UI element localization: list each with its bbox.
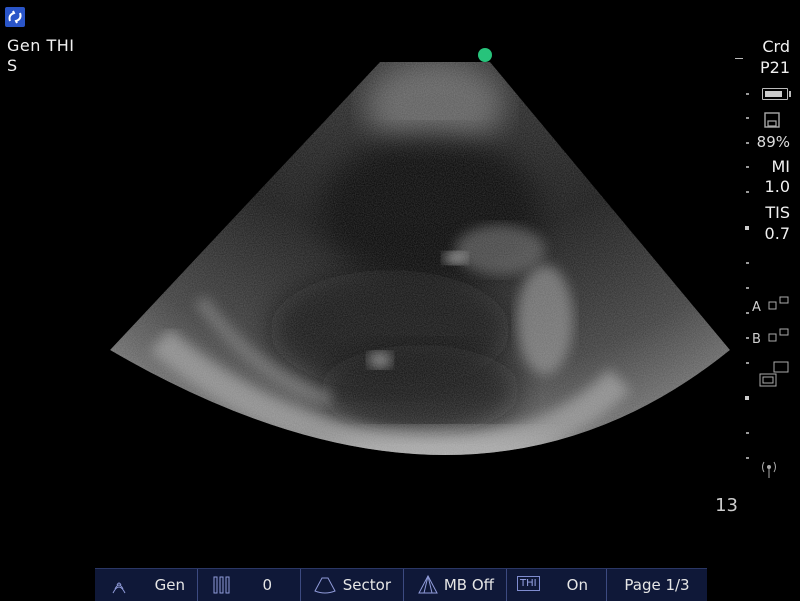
caliper-a-label: A xyxy=(752,300,761,315)
control-bar: Gen 0 Sector MB Off THI On Page 1/3 xyxy=(95,568,707,601)
mi-value: 1.0 xyxy=(764,177,790,196)
depth-tick xyxy=(746,117,749,119)
depth-tick xyxy=(746,142,749,144)
zoom-control[interactable]: 0 xyxy=(198,569,301,601)
page-control[interactable]: Page 1/3 xyxy=(607,569,707,601)
sector-control[interactable]: Sector xyxy=(301,569,404,601)
depth-tick-major xyxy=(745,226,749,230)
orientation-marker xyxy=(478,48,492,62)
depth-tick xyxy=(746,362,749,364)
sector-label: Sector xyxy=(342,576,391,594)
gain-control[interactable]: Gen xyxy=(95,569,198,601)
dual-screen-icon[interactable] xyxy=(758,360,792,388)
multibeam-label: MB Off xyxy=(443,576,494,594)
tis-value: 0.7 xyxy=(764,224,790,243)
storage-icon xyxy=(764,112,780,128)
caliper-b-icon[interactable] xyxy=(768,328,790,342)
thi-label: On xyxy=(566,576,588,594)
transducer-label: P21 xyxy=(759,58,790,77)
battery-level xyxy=(765,91,782,97)
thi-control[interactable]: THI On xyxy=(507,569,607,601)
caliper-a-icon[interactable] xyxy=(768,296,790,310)
depth-tick xyxy=(746,457,749,459)
depth-tick xyxy=(746,166,749,168)
depth-tick-major xyxy=(745,396,749,400)
page-label: Page 1/3 xyxy=(624,576,690,594)
ultrasound-image[interactable] xyxy=(0,0,800,600)
app-logo-icon[interactable] xyxy=(5,7,25,27)
gain-label: Gen xyxy=(154,576,185,594)
exam-type-label: Crd xyxy=(762,37,790,56)
caliper-b-label: B xyxy=(752,332,761,347)
scan-size-label: S xyxy=(7,56,18,75)
depth-scale-top xyxy=(735,58,743,59)
depth-tick xyxy=(746,337,749,339)
imaging-mode-label: Gen THI xyxy=(7,36,75,55)
depth-tick xyxy=(746,432,749,434)
zoom-label: 0 xyxy=(262,576,272,594)
depth-tick xyxy=(746,287,749,289)
tis-label: TIS xyxy=(765,203,790,222)
multibeam-control[interactable]: MB Off xyxy=(404,569,507,601)
depth-tick xyxy=(746,93,749,95)
battery-icon xyxy=(762,88,791,100)
depth-value: 13 xyxy=(715,495,738,516)
storage-percent: 89% xyxy=(756,133,790,151)
wireless-icon xyxy=(762,461,776,478)
depth-tick xyxy=(746,312,749,314)
depth-tick xyxy=(746,191,749,193)
depth-tick xyxy=(746,262,749,264)
mi-label: MI xyxy=(771,157,790,176)
